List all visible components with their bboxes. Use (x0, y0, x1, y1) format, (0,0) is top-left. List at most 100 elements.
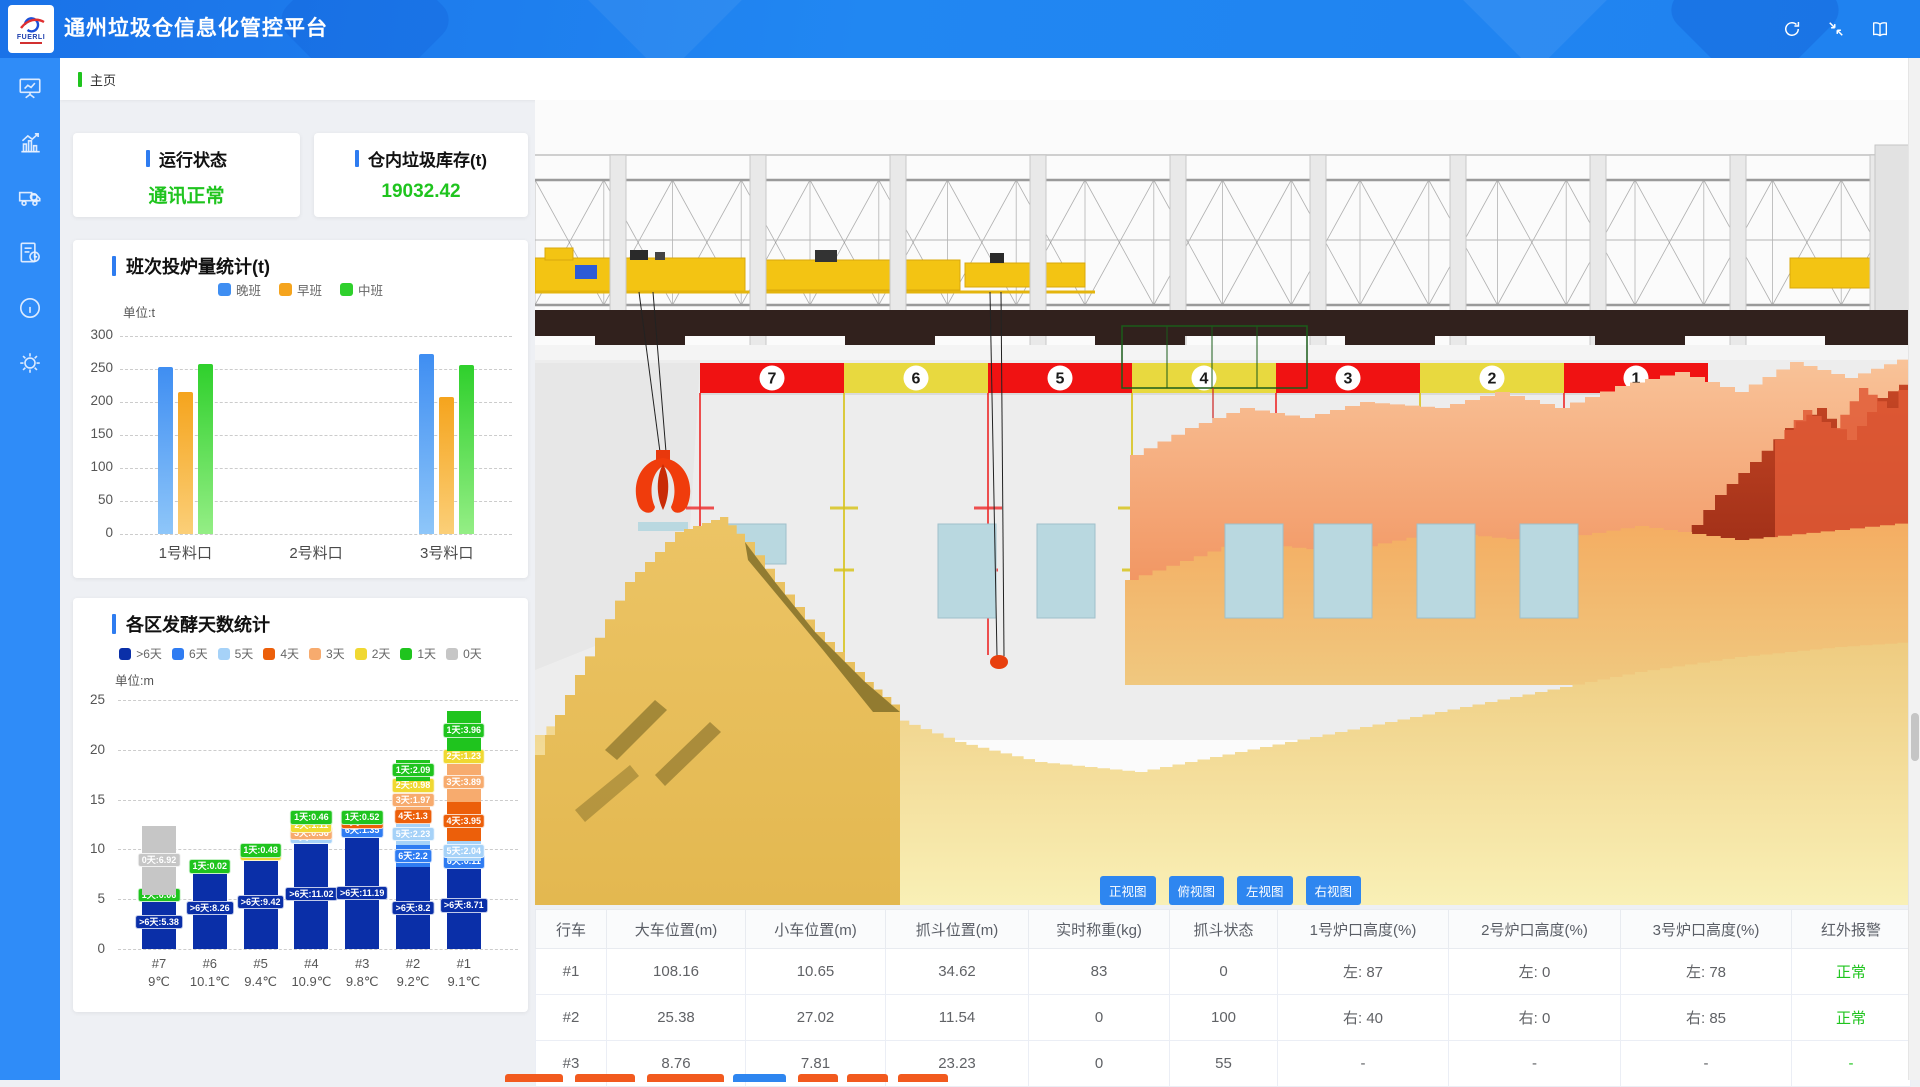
legend-label: 6天 (189, 645, 208, 662)
zone-temperature: 9.1℃ (434, 973, 494, 991)
header-decoration (1443, 0, 1627, 58)
left-view-button[interactable]: 左视图 (1237, 876, 1293, 905)
shift-output-legend: 晚班早班中班 (73, 280, 528, 299)
front-view-button[interactable]: 正视图 (1100, 876, 1156, 905)
segment-label: >6天:9.42 (237, 895, 285, 909)
refresh-icon[interactable] (1782, 19, 1802, 39)
segment-label: 3天:1.97 (392, 793, 435, 807)
data-cell: 左: 87 (1278, 949, 1449, 995)
y-tick-label: 5 (75, 891, 105, 906)
segment-label: 4天:1.3 (394, 809, 432, 823)
bottom-action-button[interactable] (505, 1074, 563, 1082)
scrollbar-thumb[interactable] (1911, 713, 1919, 761)
data-cell: 10.65 (746, 949, 886, 995)
bottom-action-button[interactable] (847, 1074, 888, 1082)
y-tick-label: 250 (79, 360, 113, 375)
legend-swatch (309, 648, 321, 660)
data-cell: 11.54 (886, 995, 1029, 1041)
page-scrollbar[interactable] (1908, 58, 1920, 1080)
legend-label: 2天 (372, 645, 391, 662)
crane-status-table: 行车大车位置(m)小车位置(m)抓斗位置(m)实时称重(kg)抓斗状态1号炉口高… (535, 909, 1911, 1087)
data-cell: 右: 0 (1449, 995, 1621, 1041)
legend-label: 0天 (463, 645, 482, 662)
legend-swatch (119, 648, 131, 660)
data-cell: 左: 78 (1621, 949, 1792, 995)
shift-output-plot (120, 336, 512, 534)
stacked-bar: >6天:8.26天:2.25天:2.234天:1.33天:1.972天:0.98… (396, 700, 430, 949)
vehicle-query-icon[interactable] (17, 185, 43, 211)
segment-label: 0天:6.92 (138, 853, 181, 867)
garbage-stock-card: 仓内垃圾库存(t) 19032.42 (314, 133, 528, 217)
bottom-action-button[interactable] (898, 1074, 948, 1082)
top-view-button[interactable]: 俯视图 (1169, 876, 1225, 905)
stacked-bar: >6天:8.716天:0.115天:2.044天:3.953天:3.892天:1… (447, 700, 481, 949)
bar-group (120, 336, 251, 534)
garbage-stock-title: 仓内垃圾库存(t) (314, 146, 528, 171)
info-icon[interactable] (17, 295, 43, 321)
running-status-value: 通讯正常 (73, 181, 300, 208)
x-category-label: 3号料口 (381, 542, 512, 563)
table-header-row: 行车大车位置(m)小车位置(m)抓斗位置(m)实时称重(kg)抓斗状态1号炉口高… (536, 910, 1911, 949)
x-category-label: 1号料口 (120, 542, 251, 563)
legend-swatch (218, 648, 230, 660)
breadcrumb-accent-bar (78, 72, 82, 87)
dashboard-icon[interactable] (17, 75, 43, 101)
data-cell: 右: 40 (1278, 995, 1449, 1041)
column-header: 2号炉口高度(%) (1449, 910, 1621, 949)
page-title: 通州垃圾仓信息化管控平台 (64, 0, 328, 58)
data-cell: 0 (1170, 949, 1278, 995)
y-tick-label: 0 (75, 941, 105, 956)
stacked-bar: >6天:8.261天:0.02 (193, 700, 227, 949)
legend-item: 0天 (446, 645, 482, 662)
bottom-action-button[interactable] (647, 1074, 724, 1082)
header-decoration (573, 0, 757, 58)
data-cell: 左: 0 (1449, 949, 1621, 995)
grid-line (118, 949, 518, 950)
legend-swatch (263, 648, 275, 660)
legend-item: 6天 (172, 645, 208, 662)
warehouse-3d-view[interactable]: 7654321 (535, 100, 1910, 905)
segment-label: 1天:2.09 (392, 763, 435, 777)
breadcrumb: 主页 (60, 58, 1920, 100)
bottom-action-button[interactable] (575, 1074, 635, 1082)
data-cell: 0 (1029, 995, 1170, 1041)
column-header: 实时称重(kg) (1029, 910, 1170, 949)
bottom-action-button[interactable] (798, 1074, 838, 1082)
legend-label: 晚班 (236, 280, 261, 299)
fullscreen-exit-icon[interactable] (1826, 19, 1846, 39)
handbook-icon[interactable] (1870, 19, 1890, 39)
segment-label: >6天:11.02 (285, 887, 337, 901)
segment-label: 2天:1.23 (443, 749, 486, 763)
stacked-bar: >6天:11.025天:0.453天:0.362天:1.111天:0.46 (294, 700, 328, 949)
segment-label: 6天:2.2 (394, 849, 432, 863)
y-tick-label: 150 (79, 426, 113, 441)
report-icon[interactable] (17, 240, 43, 266)
y-tick-label: 100 (79, 459, 113, 474)
breadcrumb-home[interactable]: 主页 (90, 70, 116, 89)
legend-swatch (355, 648, 367, 660)
y-tick-label: 20 (75, 742, 105, 757)
right-view-button[interactable]: 右视图 (1306, 876, 1362, 905)
legend-item: 3天 (309, 645, 345, 662)
y-tick-label: 0 (79, 525, 113, 540)
shift-output-chart-title: 班次投炉量统计(t) (112, 253, 270, 279)
company-logo: FUERLI (8, 5, 54, 53)
legend-item: 晚班 (218, 280, 261, 299)
view-buttons: 正视图 俯视图 左视图 右视图 (1100, 876, 1361, 905)
segment-label: 1天:0.52 (341, 810, 384, 824)
legend-swatch (340, 283, 353, 296)
y-tick-label: 10 (75, 841, 105, 856)
segment-label: 1天:3.96 (443, 723, 486, 737)
legend-label: 3天 (326, 645, 345, 662)
bottom-action-button[interactable] (733, 1074, 786, 1082)
settings-icon[interactable] (17, 350, 43, 376)
running-status-card: 运行状态 通讯正常 (73, 133, 300, 217)
logo-swoosh-icon (16, 15, 46, 33)
zone-id: #1 (434, 955, 494, 973)
statistics-icon[interactable] (17, 130, 43, 156)
fermentation-plot: >6天:5.381天:0.060天:6.92>6天:8.261天:0.02>6天… (118, 700, 518, 949)
x-category-label: 2号料口 (251, 542, 382, 563)
bar (198, 364, 213, 534)
y-tick-label: 50 (79, 492, 113, 507)
bar (459, 365, 474, 534)
